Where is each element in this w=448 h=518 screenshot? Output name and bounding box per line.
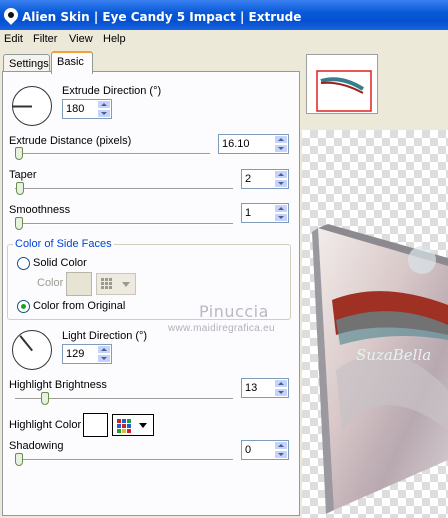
spin-up-button[interactable] — [274, 441, 288, 450]
spin-down-button[interactable] — [97, 354, 111, 363]
chevron-down-icon — [139, 423, 147, 428]
extrude-direction-dial-hand — [13, 106, 32, 108]
menu-help[interactable]: Help — [103, 33, 126, 45]
shadowing-value[interactable]: 0 — [245, 444, 251, 456]
smoothness-label: Smoothness — [9, 204, 71, 216]
side-faces-group-title: Color of Side Faces — [13, 238, 114, 250]
highlight-brightness-slider[interactable] — [41, 392, 49, 405]
extrude-distance-label: Extrude Distance (pixels) — [9, 135, 132, 147]
watermark-name: Pinuccia — [199, 302, 269, 321]
tab-basic[interactable]: Basic — [51, 51, 93, 74]
extrude-distance-value[interactable]: 16.10 — [222, 138, 250, 150]
highlight-brightness-value[interactable]: 13 — [245, 382, 257, 394]
extruded-image-preview — [312, 224, 448, 514]
grid-palette-icon — [101, 278, 130, 289]
smoothness-value[interactable]: 1 — [245, 207, 251, 219]
chevron-down-icon — [122, 282, 130, 287]
spin-down-button[interactable] — [274, 450, 288, 459]
smoothness-track — [15, 223, 233, 225]
spin-up-button[interactable] — [274, 379, 288, 388]
shadowing-track — [15, 459, 233, 461]
taper-track — [15, 188, 233, 190]
extrude-direction-dial[interactable] — [12, 86, 52, 126]
color-grid-palette-icon — [117, 419, 147, 433]
preview-signature-text: SuzaBella — [356, 346, 432, 364]
preview-canvas[interactable]: SuzaBella — [302, 130, 448, 518]
solid-color-palette-button[interactable] — [96, 273, 136, 295]
highlight-color-label: Highlight Color — [9, 419, 82, 431]
spin-up-button[interactable] — [274, 170, 288, 179]
extrude-distance-spinner[interactable]: 16.10 — [218, 134, 289, 154]
alien-skin-app-icon — [1, 5, 21, 25]
solid-color-swatch[interactable] — [66, 272, 92, 296]
shadowing-slider[interactable] — [15, 453, 23, 466]
solid-color-radio[interactable] — [17, 257, 30, 270]
light-direction-dial[interactable] — [12, 330, 52, 370]
taper-value[interactable]: 2 — [245, 173, 251, 185]
highlight-brightness-label: Highlight Brightness — [9, 379, 107, 391]
light-direction-spinner[interactable]: 129 — [62, 344, 112, 364]
spin-down-button[interactable] — [274, 144, 288, 153]
highlight-color-swatch[interactable] — [83, 413, 108, 437]
color-label: Color — [37, 277, 64, 289]
navigator-thumbnail[interactable] — [306, 54, 378, 114]
extrude-direction-spinner[interactable]: 180 — [62, 99, 112, 119]
menu-filter[interactable]: Filter — [33, 33, 57, 45]
spin-down-button[interactable] — [274, 213, 288, 222]
light-direction-value[interactable]: 129 — [66, 348, 84, 360]
smoothness-slider[interactable] — [15, 217, 23, 230]
smoothness-spinner[interactable]: 1 — [241, 203, 289, 223]
taper-spinner[interactable]: 2 — [241, 169, 289, 189]
highlight-color-palette-button[interactable] — [112, 414, 154, 436]
menu-view[interactable]: View — [69, 33, 93, 45]
extrude-distance-track — [15, 153, 210, 155]
extrude-direction-value[interactable]: 180 — [66, 103, 84, 115]
color-from-original-radio[interactable] — [17, 300, 30, 313]
taper-label: Taper — [9, 169, 37, 181]
spin-down-button[interactable] — [274, 388, 288, 397]
thumbnail-image — [307, 55, 377, 113]
window-title: Alien Skin | Eye Candy 5 Impact | Extrud… — [22, 10, 302, 24]
light-direction-dial-hand — [19, 335, 33, 352]
spin-up-button[interactable] — [97, 345, 111, 354]
spin-up-button[interactable] — [274, 135, 288, 144]
shadowing-spinner[interactable]: 0 — [241, 440, 289, 460]
menu-edit[interactable]: Edit — [4, 33, 23, 45]
solid-color-label[interactable]: Solid Color — [33, 257, 87, 269]
spin-down-button[interactable] — [274, 179, 288, 188]
highlight-brightness-spinner[interactable]: 13 — [241, 378, 289, 398]
spin-up-button[interactable] — [274, 204, 288, 213]
title-bar: Alien Skin | Eye Candy 5 Impact | Extrud… — [0, 0, 448, 30]
watermark-url: www.maidiregrafica.eu — [168, 323, 275, 334]
extrude-distance-slider[interactable] — [15, 147, 23, 160]
menu-bar: Edit Filter View Help — [0, 30, 448, 50]
light-direction-label: Light Direction (°) — [62, 330, 148, 342]
shadowing-label: Shadowing — [9, 440, 64, 452]
color-from-original-label[interactable]: Color from Original — [33, 300, 125, 312]
spin-down-button[interactable] — [97, 109, 111, 118]
taper-slider[interactable] — [16, 182, 24, 195]
extrude-direction-label: Extrude Direction (°) — [62, 85, 162, 97]
spin-up-button[interactable] — [97, 100, 111, 109]
